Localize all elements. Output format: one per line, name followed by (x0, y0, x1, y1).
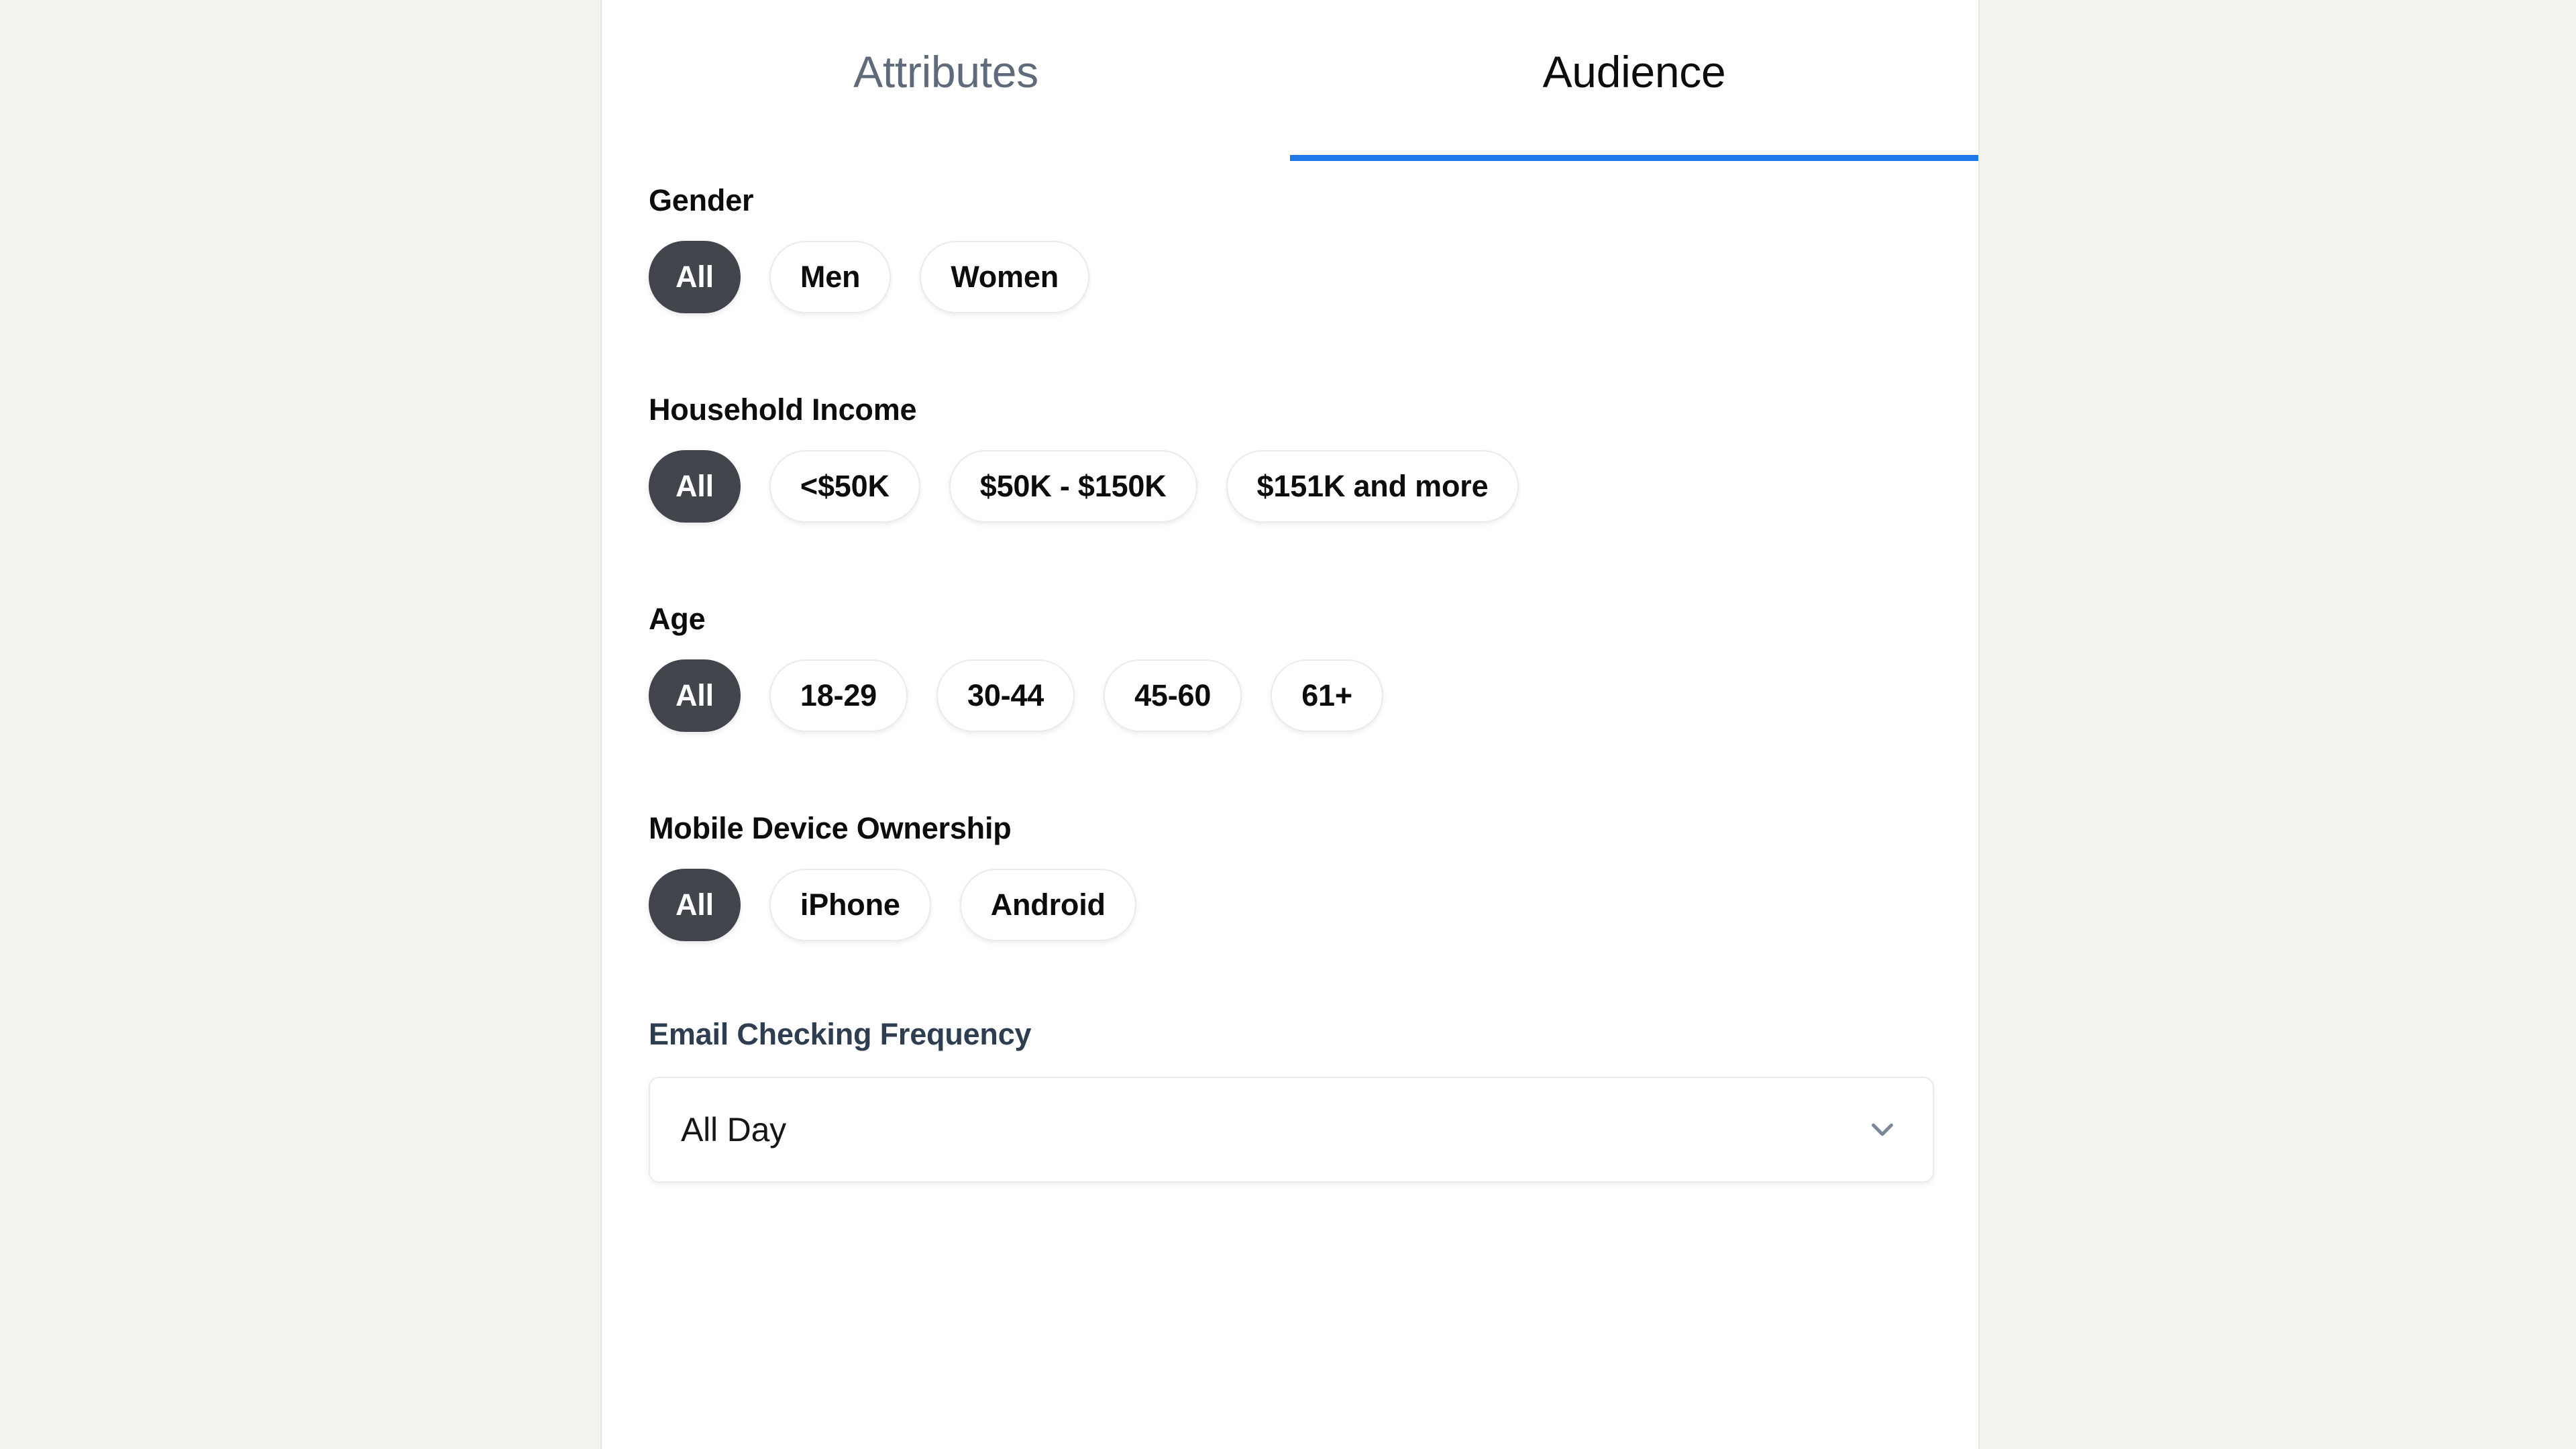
option-row-household-income: All <$50K $50K - $150K $151K and more (649, 450, 1978, 523)
option-age-30-44[interactable]: 30-44 (936, 659, 1075, 732)
option-income-50k-150k[interactable]: $50K - $150K (949, 450, 1197, 523)
filter-group-email-checking-frequency: Email Checking Frequency All Day (649, 1019, 1978, 1183)
panel-tabs: Attributes Audience (602, 0, 1978, 161)
option-device-all[interactable]: All (649, 869, 741, 941)
group-title-mobile-device-ownership: Mobile Device Ownership (649, 811, 1012, 845)
option-income-all[interactable]: All (649, 450, 741, 523)
filter-group-gender: Gender All Men Women (649, 185, 1978, 313)
group-title-household-income: Household Income (649, 392, 917, 427)
option-row-gender: All Men Women (649, 241, 1978, 313)
option-device-android[interactable]: Android (959, 869, 1136, 941)
group-title-age: Age (649, 602, 706, 636)
group-title-gender: Gender (649, 183, 754, 217)
option-gender-all[interactable]: All (649, 241, 741, 313)
app-root: Attributes Audience Gender All Men Women… (0, 0, 2576, 1449)
filter-group-household-income: Household Income All <$50K $50K - $150K … (649, 394, 1978, 523)
option-age-45-60[interactable]: 45-60 (1104, 659, 1242, 732)
option-income-under-50k[interactable]: <$50K (769, 450, 920, 523)
email-checking-frequency-select[interactable]: All Day (649, 1077, 1934, 1183)
option-income-151k-and-more[interactable]: $151K and more (1226, 450, 1519, 523)
option-row-age: All 18-29 30-44 45-60 61+ (649, 659, 1978, 732)
option-device-iphone[interactable]: iPhone (769, 869, 931, 941)
audience-filter-panel: Attributes Audience Gender All Men Women… (600, 0, 1980, 1449)
option-gender-men[interactable]: Men (769, 241, 892, 313)
group-title-email-checking-frequency: Email Checking Frequency (649, 1017, 1032, 1051)
filter-group-mobile-device-ownership: Mobile Device Ownership All iPhone Andro… (649, 813, 1978, 941)
email-checking-frequency-select-wrapper: All Day (649, 1077, 1934, 1183)
option-gender-women[interactable]: Women (920, 241, 1089, 313)
tab-audience[interactable]: Audience (1290, 0, 1978, 161)
tab-audience-label: Audience (1542, 47, 1726, 97)
option-age-61-plus[interactable]: 61+ (1271, 659, 1383, 732)
filter-group-age: Age All 18-29 30-44 45-60 61+ (649, 604, 1978, 732)
tab-attributes-label: Attributes (853, 47, 1038, 97)
option-age-18-29[interactable]: 18-29 (769, 659, 908, 732)
option-row-mobile-device-ownership: All iPhone Android (649, 869, 1978, 941)
tab-attributes[interactable]: Attributes (602, 0, 1290, 161)
option-age-all[interactable]: All (649, 659, 741, 732)
audience-form: Gender All Men Women Household Income Al… (602, 185, 1978, 1183)
email-checking-frequency-value: All Day (681, 1111, 786, 1148)
